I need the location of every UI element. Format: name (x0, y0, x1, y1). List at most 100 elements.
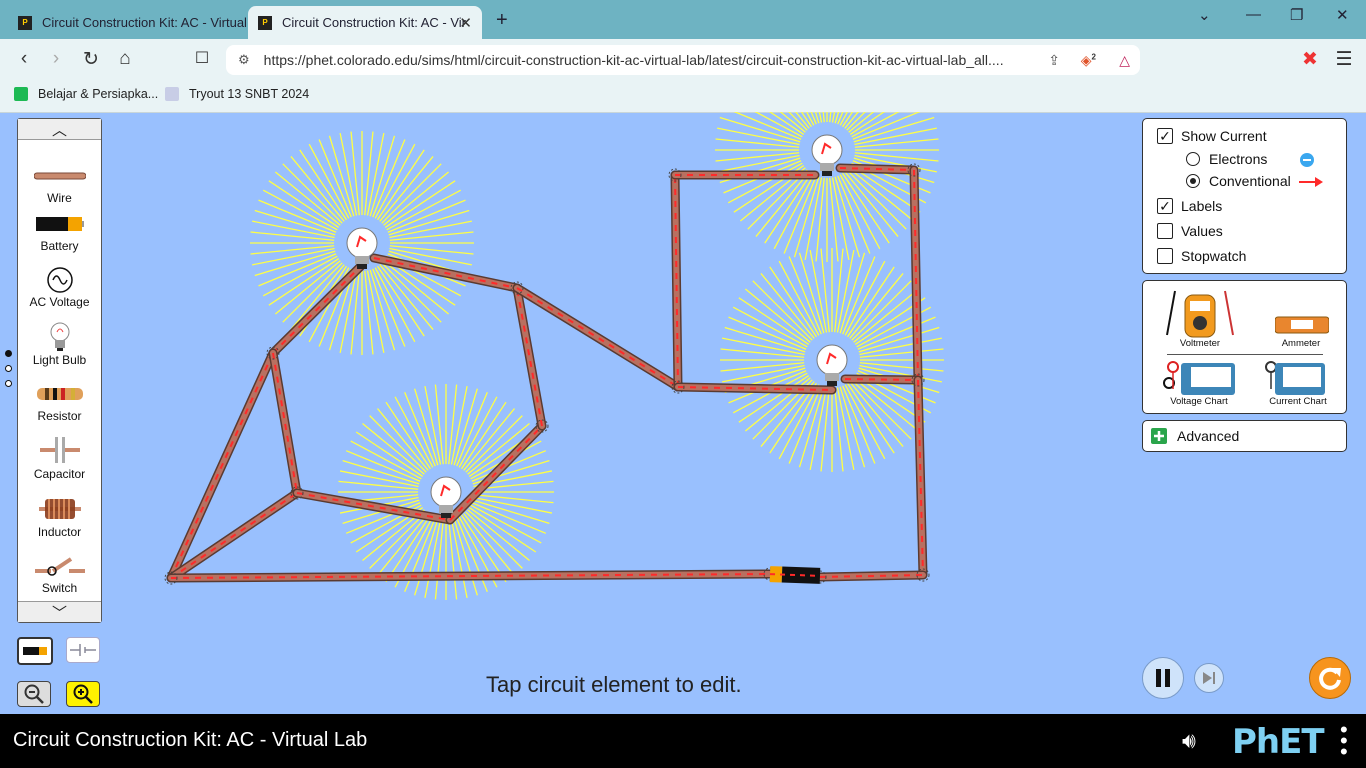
light-ray (379, 156, 434, 222)
page-dot[interactable] (5, 380, 12, 387)
maximize-icon[interactable]: ❐ (1290, 6, 1303, 24)
profile-icon[interactable]: ✖ (1298, 48, 1322, 71)
new-tab-icon[interactable]: + (496, 9, 508, 32)
show-current-checkbox[interactable]: ✓ Show Current (1157, 128, 1267, 144)
page-dot[interactable] (5, 350, 12, 357)
ammeter-icon[interactable] (1275, 315, 1329, 335)
light-ray (849, 273, 904, 339)
light-ray (268, 180, 340, 228)
bulb-base (355, 256, 369, 264)
light-ray (760, 273, 815, 339)
light-ray (809, 387, 828, 470)
step-forward-icon (1203, 672, 1215, 684)
minimize-icon[interactable]: — (1246, 6, 1261, 23)
toolbox-label: Switch (41, 581, 78, 595)
wire-icon (18, 163, 101, 189)
schematic-view-button[interactable] (66, 637, 100, 663)
tab-search-icon[interactable]: ⌄ (1198, 6, 1211, 24)
step-forward-button[interactable] (1194, 663, 1224, 693)
light-ray (299, 149, 347, 221)
light-ray (836, 250, 855, 333)
light-ray (473, 494, 554, 504)
checkbox-unchecked-icon (1157, 223, 1173, 239)
light-ray (738, 375, 810, 423)
light-ray (362, 422, 425, 475)
inductor-icon (18, 495, 101, 523)
values-checkbox[interactable]: Values (1157, 223, 1223, 239)
component-toolbox: ︿ Wire Battery AC Voltage Light Bulb Res… (17, 118, 102, 623)
forward-icon[interactable]: › (44, 48, 68, 70)
expand-plus-icon (1151, 428, 1167, 444)
brave-shields-icon[interactable]: ◈2 (1081, 52, 1096, 69)
conventional-radio[interactable]: Conventional (1186, 173, 1291, 189)
toolbox-item-wire[interactable]: Wire (18, 163, 101, 205)
address-bar[interactable]: ⚙ https://phet.colorado.edu/sims/html/ci… (226, 45, 1140, 75)
browser-tab-2-active[interactable]: P Circuit Construction Kit: AC - Vir ✕ (248, 6, 482, 39)
light-ray (290, 156, 345, 222)
toolbox-item-ac-voltage[interactable]: AC Voltage (18, 267, 101, 309)
bulb-tip (357, 264, 367, 269)
bookmark-favicon-icon (165, 87, 179, 101)
electrons-radio[interactable]: Electrons (1186, 151, 1267, 167)
phet-logo[interactable]: PhET (1232, 722, 1325, 762)
lifelike-view-button[interactable] (17, 637, 53, 665)
audio-icon[interactable]: 🔊︎ (1182, 728, 1196, 754)
site-settings-icon[interactable]: ⚙ (238, 52, 250, 68)
back-icon[interactable]: ‹ (12, 48, 36, 70)
voltage-chart-icon[interactable] (1163, 361, 1237, 397)
voltmeter-icon[interactable] (1163, 289, 1237, 341)
light-ray (847, 266, 895, 338)
toolbox-item-light-bulb[interactable]: Light Bulb (18, 321, 101, 367)
zoom-in-button[interactable] (66, 681, 100, 707)
light-ray (745, 288, 811, 343)
light-ray (853, 288, 919, 343)
phet-menu-icon[interactable]: • • • (1340, 719, 1348, 763)
light-ray (854, 138, 939, 148)
phet-navigation-bar: Circuit Construction Kit: AC - Virtual L… (0, 714, 1366, 768)
checkbox-checked-icon: ✓ (1157, 128, 1173, 144)
brave-rewards-icon[interactable]: △ (1119, 52, 1130, 69)
toolbox-item-resistor[interactable]: Resistor (18, 381, 101, 423)
toolbox-scroll-down-icon[interactable]: ﹀ (18, 601, 101, 622)
toolbox-scroll-up-icon[interactable]: ︿ (18, 119, 101, 140)
toolbox-label: Wire (47, 191, 72, 205)
light-ray (389, 245, 474, 255)
conventional-arrow-icon (1299, 177, 1323, 187)
divider (1167, 354, 1323, 355)
light-ray (424, 385, 442, 465)
advanced-toggle[interactable]: Advanced (1151, 428, 1239, 444)
close-window-icon[interactable]: ✕ (1336, 6, 1349, 24)
toolbox-label: Inductor (37, 525, 82, 539)
light-ray (339, 470, 419, 488)
light-ray (448, 384, 458, 465)
toolbox-item-switch[interactable]: Switch (18, 553, 101, 595)
toolbox-item-battery[interactable]: Battery (18, 211, 101, 253)
advanced-label: Advanced (1177, 428, 1240, 444)
stopwatch-checkbox[interactable]: Stopwatch (1157, 248, 1246, 264)
share-icon[interactable]: ⇪ (1048, 52, 1060, 69)
toolbox-item-capacitor[interactable]: Capacitor (18, 435, 101, 481)
close-tab-icon[interactable]: ✕ (459, 14, 472, 32)
light-ray (379, 264, 434, 330)
bookmark-icon[interactable]: ☐ (190, 48, 214, 68)
reload-icon[interactable]: ↻ (79, 48, 103, 71)
home-icon[interactable]: ⌂ (113, 48, 137, 70)
zoom-out-button[interactable] (17, 681, 51, 707)
battery (769, 566, 821, 584)
phet-favicon-icon: P (258, 15, 272, 30)
reset-all-button[interactable] (1309, 657, 1351, 699)
menu-icon[interactable]: ☰ (1332, 48, 1356, 71)
advanced-panel[interactable]: Advanced (1142, 420, 1347, 452)
labels-checkbox[interactable]: ✓ Labels (1157, 198, 1222, 214)
bookmark-item[interactable]: Tryout 13 SNBT 2024 (165, 87, 309, 101)
current-chart-icon[interactable] (1265, 361, 1327, 397)
light-ray (844, 171, 899, 237)
pause-button[interactable] (1142, 657, 1184, 699)
page-dot[interactable] (5, 365, 12, 372)
browser-tab-1[interactable]: P Circuit Construction Kit: AC - Virtual (12, 6, 248, 39)
light-ray (842, 172, 890, 244)
bookmark-label: Tryout 13 SNBT 2024 (189, 87, 310, 101)
bulb-base (439, 505, 453, 513)
toolbox-item-inductor[interactable]: Inductor (18, 495, 101, 539)
bookmark-item[interactable]: Belajar & Persiapka... (14, 87, 158, 101)
